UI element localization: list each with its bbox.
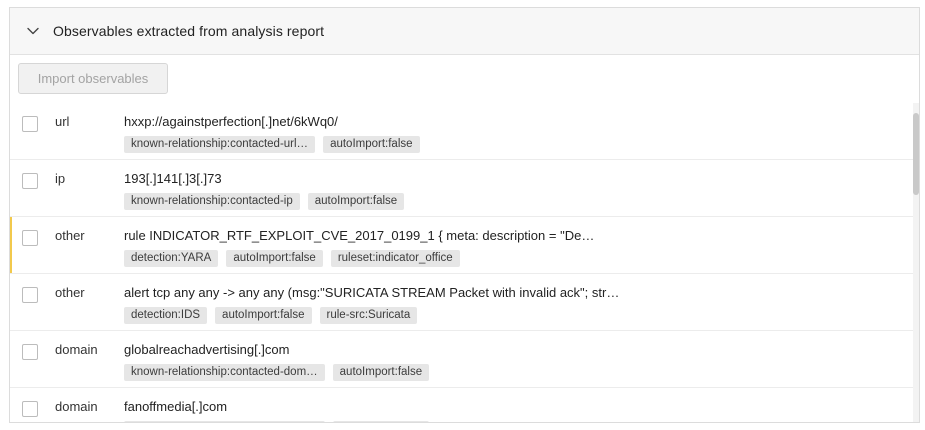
tag: ruleset:indicator_office <box>330 250 460 267</box>
tag: detection:YARA <box>124 250 219 267</box>
tag: autoImport:false <box>332 421 430 422</box>
observable-row[interactable]: domain globalreachadvertising[.]com known-… <box>10 331 919 388</box>
observable-row[interactable]: domain fanoffmedia[.]com known-relationshi… <box>10 388 919 422</box>
tag: autoImport:false <box>332 364 430 381</box>
tag: known-relationship:contacted-url… <box>124 136 316 153</box>
tag: known-relationship:contacted-dom… <box>124 421 325 422</box>
row-checkbox[interactable] <box>22 344 38 360</box>
observable-value: 193[.]141[.]3[.]73 <box>124 171 222 186</box>
observable-value: hxxp://againstperfection[.]net/6kWq0/ <box>124 114 338 129</box>
row-checkbox[interactable] <box>22 116 38 132</box>
row-checkbox[interactable] <box>22 173 38 189</box>
observable-row[interactable]: other alert tcp any any -> any any (msg:"… <box>10 274 919 331</box>
observable-value: globalreachadvertising[.]com <box>124 342 290 357</box>
tag: rule-src:Suricata <box>319 307 418 324</box>
row-checkbox[interactable] <box>22 287 38 303</box>
observable-value: alert tcp any any -> any any (msg:"SURIC… <box>124 285 620 300</box>
tag: known-relationship:contacted-ip <box>124 193 300 210</box>
import-observables-button[interactable]: Import observables <box>18 63 168 94</box>
tag-list: detection:IDS autoImport:false rule-src:Su… <box>124 307 418 324</box>
tag: detection:IDS <box>124 307 208 324</box>
observable-type: url <box>55 114 70 129</box>
panel-title: Observables extracted from analysis repo… <box>53 23 325 39</box>
observable-type: other <box>55 228 85 243</box>
row-checkbox[interactable] <box>22 230 38 246</box>
tag-list: known-relationship:contacted-dom… autoImp… <box>124 421 430 422</box>
observables-list: url hxxp://againstperfection[.]net/6kWq0/… <box>10 103 919 422</box>
tag: autoImport:false <box>215 307 312 324</box>
tag: known-relationship:contacted-dom… <box>124 364 325 381</box>
observable-value: fanoffmedia[.]com <box>124 399 228 414</box>
tag-list: known-relationship:contacted-dom… autoImp… <box>124 364 430 381</box>
tag-list: detection:YARA autoImport:false ruleset:in… <box>124 250 460 267</box>
observables-panel: Observables extracted from analysis repo… <box>9 7 920 423</box>
tag: autoImport:false <box>323 136 420 153</box>
tag: autoImport:false <box>307 193 405 210</box>
chevron-down-icon[interactable] <box>26 24 40 38</box>
observable-value: rule INDICATOR_RTF_EXPLOIT_CVE_2017_0199… <box>124 228 595 243</box>
observable-type: domain <box>55 342 98 357</box>
panel-header[interactable]: Observables extracted from analysis repo… <box>10 8 919 55</box>
observable-type: domain <box>55 399 98 414</box>
observable-type: ip <box>55 171 66 186</box>
row-checkbox[interactable] <box>22 401 38 417</box>
observable-row[interactable]: url hxxp://againstperfection[.]net/6kWq0/… <box>10 103 919 160</box>
scrollbar-thumb[interactable] <box>913 113 919 195</box>
observable-row[interactable]: ip 193[.]141[.]3[.]73 known-relationship:c… <box>10 160 919 217</box>
tag-list: known-relationship:contacted-url… autoImp… <box>124 136 420 153</box>
observable-type: other <box>55 285 85 300</box>
toolbar: Import observables <box>10 55 919 101</box>
observable-row[interactable]: other rule INDICATOR_RTF_EXPLOIT_CVE_2017… <box>10 217 919 274</box>
tag-list: known-relationship:contacted-ip autoImpor… <box>124 193 405 210</box>
tag: autoImport:false <box>226 250 323 267</box>
